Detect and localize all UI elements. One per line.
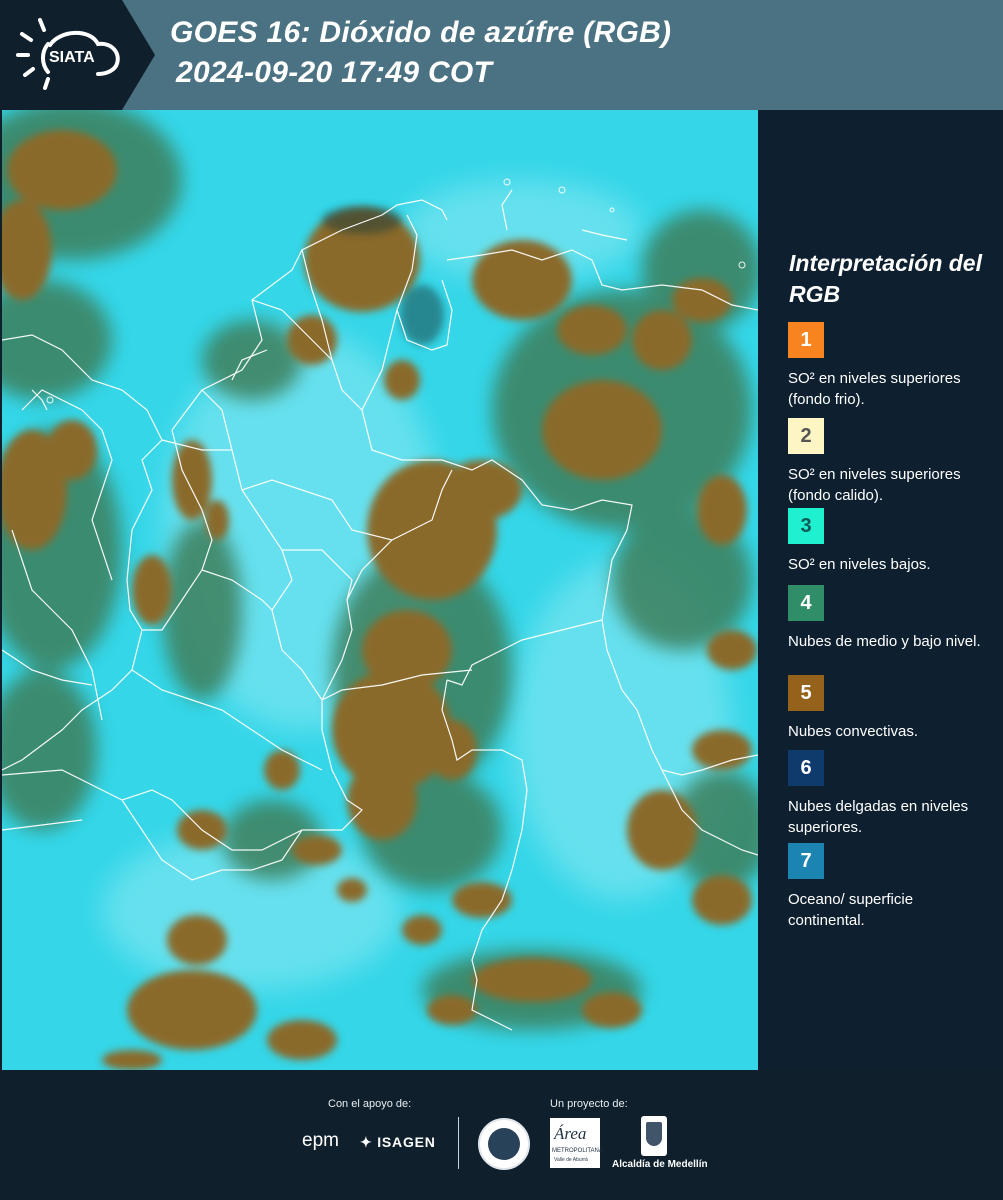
isagen-logo[interactable]: ✦ ISAGEN <box>360 1134 436 1151</box>
legend-item-5: 5 Nubes convectivas. <box>788 675 988 742</box>
legend-number-4: 4 <box>800 591 812 614</box>
legend-label-5: Nubes convectivas. <box>788 723 919 740</box>
siata-logo-graphic: SIATA <box>0 0 155 110</box>
area-metropolitana-logo[interactable]: Área METROPOLITANA Valle de Aburrá <box>550 1118 603 1168</box>
legend-swatch-5: 5 <box>788 675 824 711</box>
legend-number-6: 6 <box>800 756 812 779</box>
legend-swatch-7: 7 <box>788 843 824 879</box>
siata-logo-text: SIATA <box>49 49 95 66</box>
area-logo-text: Área <box>554 1124 587 1143</box>
legend-label-2: SO² en niveles superiores (fondo calido)… <box>788 466 961 504</box>
legend-swatch-3: 3 <box>788 508 824 544</box>
legend-label-7: Oceano/ superficie continental. <box>788 891 914 929</box>
legend-title: Interpretación del RGB <box>789 250 982 307</box>
legend-swatch-2: 2 <box>788 418 824 454</box>
legend-item-4: 4 Nubes de medio y bajo nivel. <box>788 585 988 652</box>
legend-label-1: SO² en niveles superiores (fondo frio). <box>788 370 961 408</box>
legend-item-2: 2 SO² en niveles superiores (fondo calid… <box>788 418 988 506</box>
legend-number-2: 2 <box>800 424 812 447</box>
isagen-logo-text: ISAGEN <box>377 1134 436 1150</box>
alcaldia-logo-text[interactable]: Alcaldía de Medellín <box>612 1159 708 1170</box>
header-bar: SIATA GOES 16: Dióxido de azúfre (RGB) 2… <box>0 0 1003 110</box>
legend-item-6: 6 Nubes delgadas en niveles superiores. <box>788 750 988 838</box>
legend-number-7: 7 <box>800 849 812 872</box>
footer-divider <box>458 1117 459 1169</box>
legend-swatch-4: 4 <box>788 585 824 621</box>
area-logo-sub: METROPOLITANA <box>552 1148 603 1154</box>
satellite-map <box>2 110 758 1070</box>
rgb-composite-image <box>2 110 758 1070</box>
legend-item-7: 7 Oceano/ superficie continental. <box>788 843 988 931</box>
siata-logo[interactable]: SIATA <box>0 0 155 110</box>
support-caption: Con el apoyo de: <box>328 1098 412 1110</box>
legend-number-3: 3 <box>800 514 812 537</box>
legend-number-5: 5 <box>800 681 812 704</box>
legend-item-1: 1 SO² en niveles superiores (fondo frio)… <box>788 322 988 410</box>
legend-item-3: 3 SO² en niveles bajos. <box>788 508 988 575</box>
epm-logo-text: epm <box>302 1130 339 1151</box>
area-logo-sub2: Valle de Aburrá <box>554 1157 588 1163</box>
legend-swatch-1: 1 <box>788 322 824 358</box>
legend-label-6: Nubes delgadas en niveles superiores. <box>788 798 969 836</box>
isagen-icon: ✦ <box>360 1134 373 1150</box>
legend-swatch-6: 6 <box>788 750 824 786</box>
footer-bar: Con el apoyo de: Un proyecto de: epm ✦ I… <box>0 1070 1003 1200</box>
legend-label-3: SO² en niveles bajos. <box>788 556 931 573</box>
map-timestamp: 2024-09-20 17:49 COT <box>176 56 493 89</box>
map-title: GOES 16: Dióxido de azúfre (RGB) <box>170 16 672 49</box>
legend-label-4: Nubes de medio y bajo nivel. <box>788 633 981 650</box>
medellin-seal-icon[interactable] <box>478 1118 530 1170</box>
epm-logo[interactable]: epm <box>302 1130 339 1152</box>
alcaldia-shield-icon <box>641 1116 667 1156</box>
project-caption: Un proyecto de: <box>550 1098 628 1110</box>
legend-panel: Interpretación del RGB 1 SO² en niveles … <box>758 110 1003 1070</box>
legend-number-1: 1 <box>800 328 812 351</box>
